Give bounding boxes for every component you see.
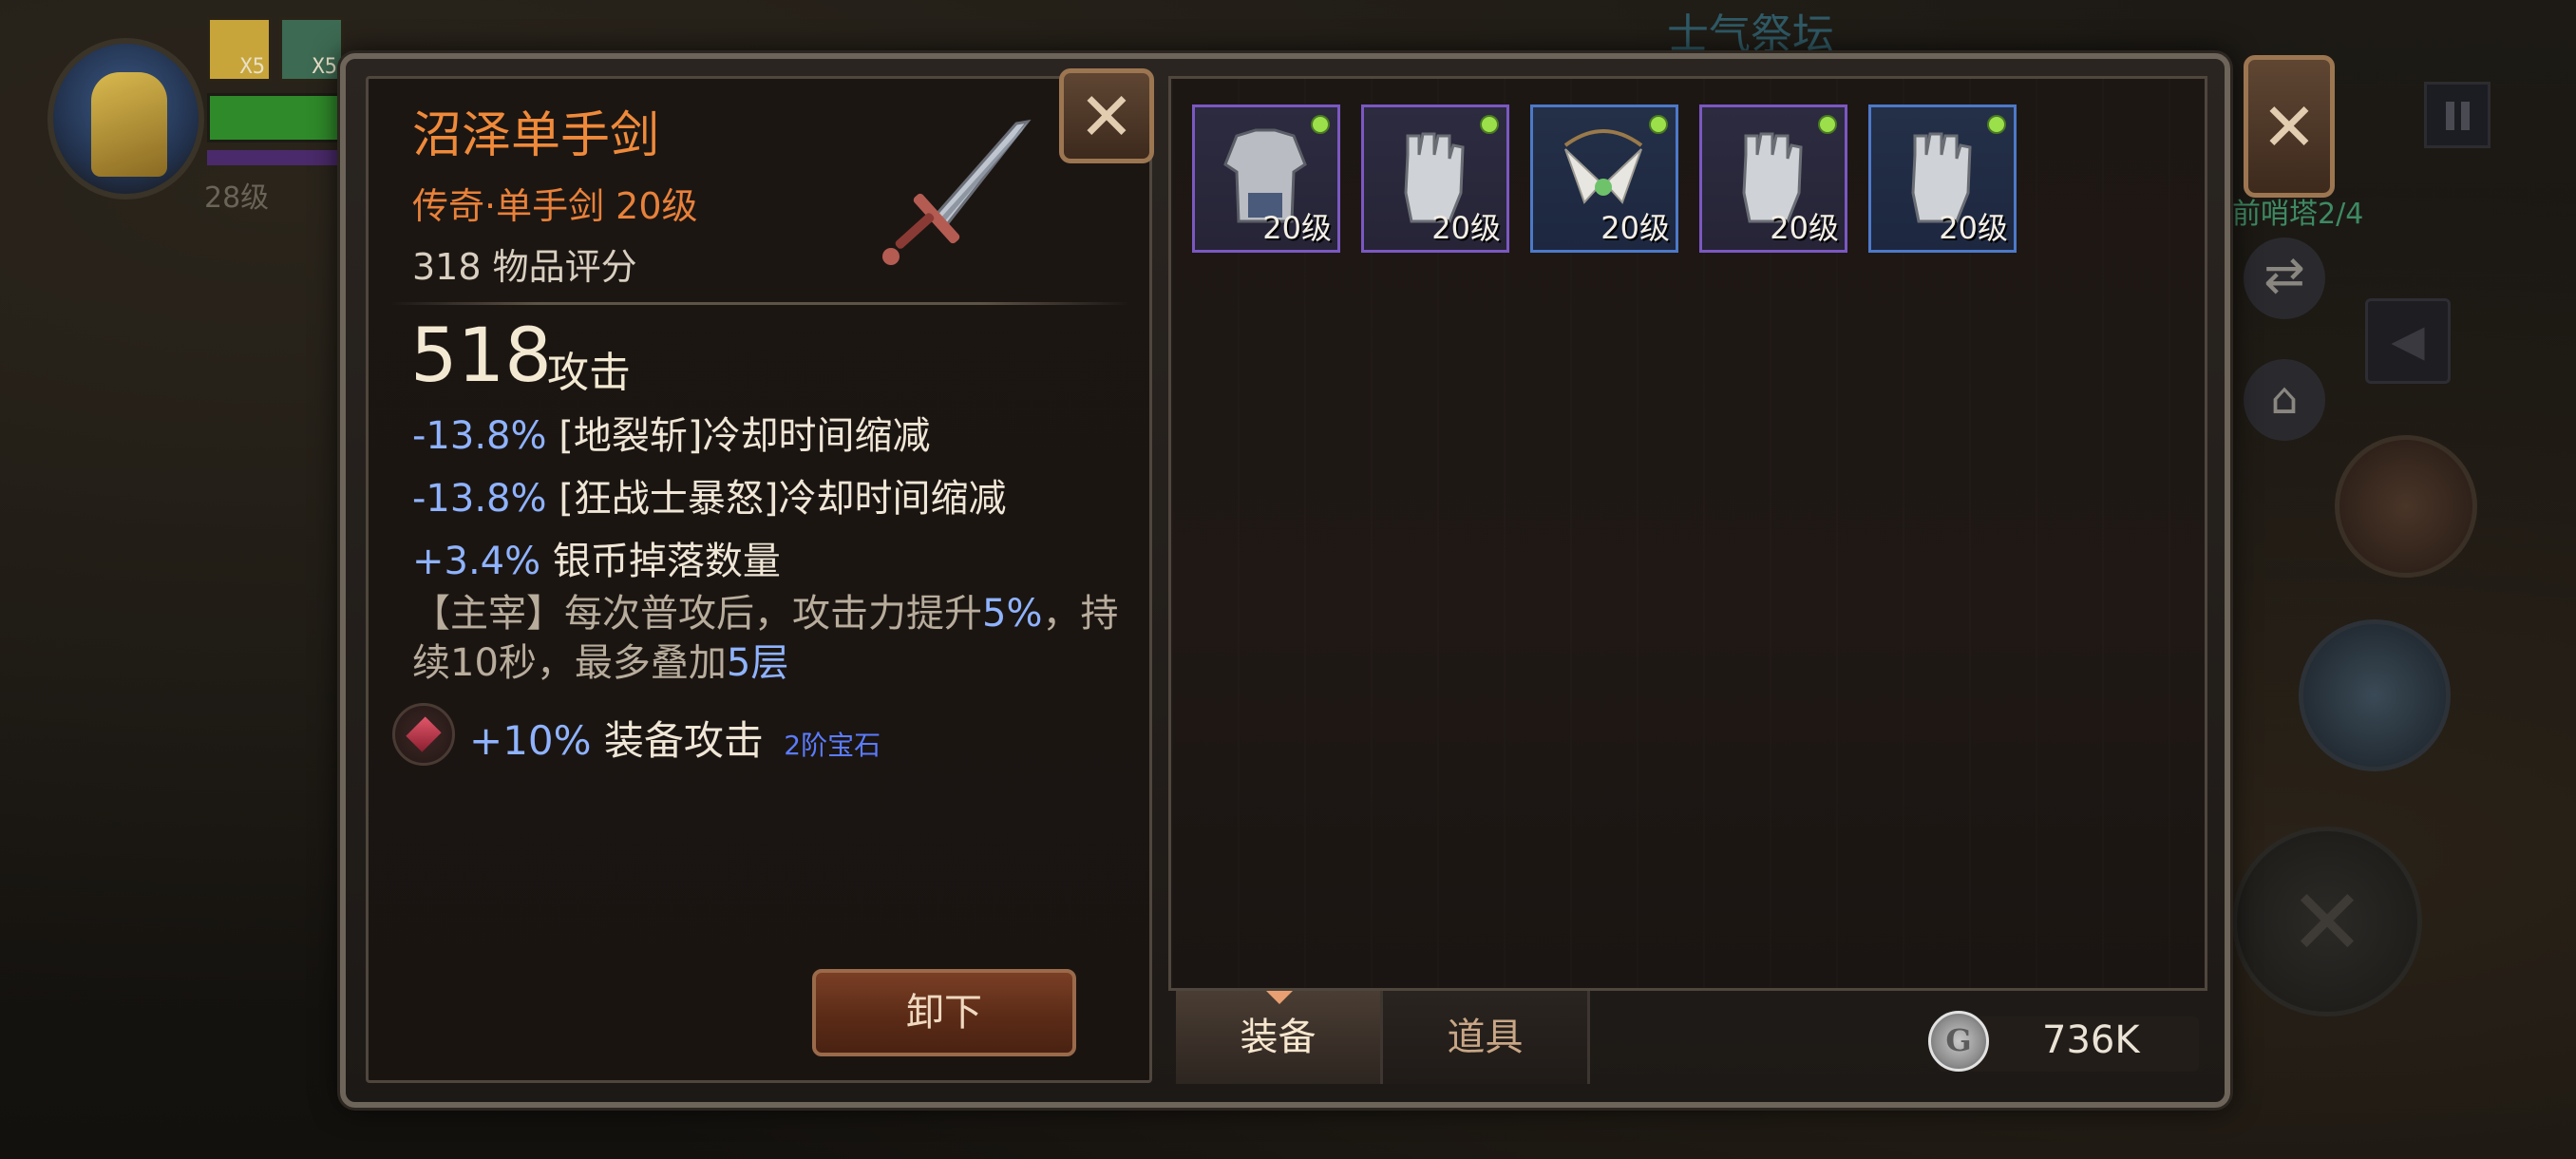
player-level: 28级 (204, 181, 270, 215)
item-level: 20级 (1431, 210, 1501, 246)
stat-line: -13.8% [地裂斩]冷却时间缩减 (412, 405, 930, 460)
tab-equipment[interactable]: 装备 (1176, 991, 1383, 1084)
passive-value: 5层 (726, 641, 789, 685)
new-indicator (1311, 115, 1330, 134)
stat-text: [地裂斩]冷却时间缩减 (559, 414, 931, 458)
close-detail-button[interactable]: ✕ (1059, 68, 1154, 163)
inventory-slot[interactable]: 20级 (1192, 104, 1340, 253)
knight-portrait-icon (91, 72, 167, 177)
close-inventory-button[interactable]: ✕ (2244, 55, 2335, 198)
triangle-left-icon: ◀ (2391, 314, 2425, 366)
ally-portrait-1[interactable] (2335, 435, 2477, 578)
attack-label: 攻击 (547, 349, 631, 397)
gem-bonus: +10% 装备攻击 2阶宝石 (469, 709, 881, 767)
close-icon: ✕ (2261, 88, 2318, 166)
unequip-button[interactable]: 卸下 (812, 969, 1076, 1056)
item-level: 20级 (1262, 210, 1332, 246)
attack-value: 518 (410, 314, 552, 399)
buff-slot-1[interactable]: X5 (207, 17, 272, 82)
swap-icon: ⇄ (2263, 247, 2305, 304)
stat-line: +3.4% 银币掉落数量 (412, 530, 781, 585)
player-avatar[interactable] (47, 38, 204, 200)
stat-value: +3.4% (412, 540, 541, 583)
inventory-slot[interactable]: 20级 (1530, 104, 1678, 253)
new-indicator (1987, 115, 2006, 134)
swamp-sword-icon (882, 119, 1032, 265)
gem-text: 装备攻击 (603, 717, 764, 764)
gem-icon[interactable] (392, 703, 455, 766)
inventory-slot[interactable]: 20级 (1361, 104, 1509, 253)
currency-value: 736K (2042, 1018, 2140, 1062)
buff-count: X5 (239, 55, 266, 79)
buff-count: X5 (312, 55, 338, 79)
inventory-slot[interactable]: 20级 (1699, 104, 1847, 253)
new-indicator (1480, 115, 1499, 134)
area-title: 士气祭坛 (1667, 10, 1834, 59)
item-level: 20级 (1601, 210, 1670, 246)
stat-text: 银币掉落数量 (552, 540, 781, 583)
swap-button[interactable]: ⇄ (2244, 238, 2325, 319)
broom-icon: ⌂ (2270, 372, 2299, 424)
skill-button-1[interactable] (2299, 619, 2451, 771)
divider (389, 302, 1130, 305)
pause-button[interactable] (2424, 82, 2491, 148)
stat-line: -13.8% [狂战士暴怒]冷却时间缩减 (412, 467, 1006, 522)
sword-icon: ✕ (2288, 869, 2366, 976)
stat-text: [狂战士暴怒]冷却时间缩减 (559, 477, 1007, 521)
item-rarity-type: 传奇·单手剑 20级 (412, 185, 698, 227)
gem-tier: 2阶宝石 (784, 730, 881, 761)
stat-value: -13.8% (412, 477, 547, 521)
item-level: 20级 (1939, 210, 2008, 246)
tab-items[interactable]: 道具 (1383, 991, 1590, 1084)
attack-button[interactable]: ✕ (2232, 826, 2422, 1016)
new-indicator (1649, 115, 1668, 134)
item-level: 20级 (1770, 210, 1839, 246)
collapse-button[interactable]: ◀ (2365, 298, 2451, 384)
passive-description: 【主宰】每次普攻后，攻击力提升5%，持续10秒，最多叠加5层 (412, 589, 1134, 688)
new-indicator (1818, 115, 1837, 134)
item-score: 318 物品评分 (412, 246, 637, 288)
gem-value: +10% (469, 717, 592, 764)
passive-text: 【主宰】每次普攻后，攻击力提升 (412, 592, 982, 636)
close-icon: ✕ (1078, 78, 1135, 156)
silver-coin-icon: G (1928, 1011, 1989, 1072)
inventory-slot[interactable]: 20级 (1868, 104, 2017, 253)
passive-value: 5% (982, 592, 1043, 636)
broom-button[interactable]: ⌂ (2244, 359, 2325, 441)
item-name: 沼泽单手剑 (412, 107, 660, 164)
stat-value: -13.8% (412, 414, 547, 458)
buff-slot-2[interactable]: X5 (279, 17, 344, 82)
